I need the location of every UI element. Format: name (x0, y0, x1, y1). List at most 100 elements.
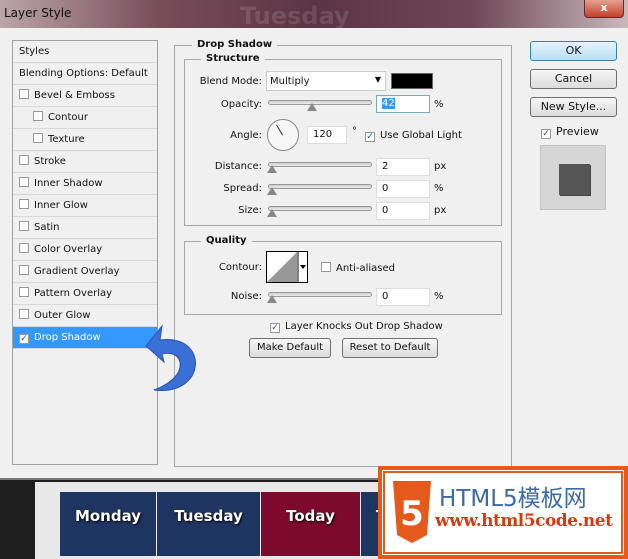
new-style-button[interactable]: New Style... (530, 97, 617, 117)
opacity-slider[interactable] (268, 100, 372, 111)
noise-input[interactable]: 0 (376, 288, 430, 306)
style-item-label: Stroke (34, 156, 66, 167)
opacity-input[interactable]: 42 (376, 95, 430, 113)
distance-slider[interactable] (267, 162, 372, 173)
slider-thumb[interactable] (267, 209, 277, 217)
background-text: Tuesday (240, 2, 350, 30)
size-label: Size: (238, 205, 262, 216)
style-item-label: Outer Glow (34, 310, 91, 321)
checkbox-icon[interactable] (19, 199, 29, 209)
checkbox-icon[interactable] (321, 262, 331, 272)
blend-mode-select[interactable]: Multiply ▼ (266, 71, 386, 91)
day-tab[interactable]: Monday (60, 492, 156, 556)
slider-thumb[interactable] (267, 187, 277, 195)
angle-unit: ° (352, 126, 357, 137)
checkbox-icon[interactable] (19, 265, 29, 275)
checkbox-icon[interactable] (19, 287, 29, 297)
day-tab[interactable]: Tuesday (157, 492, 260, 556)
style-item-blending-options-default[interactable]: Blending Options: Default (13, 63, 157, 85)
noise-label: Noise: (230, 291, 262, 302)
checkbox-icon[interactable] (19, 177, 29, 187)
style-item-label: Pattern Overlay (34, 288, 113, 299)
style-item-color-overlay[interactable]: Color Overlay (13, 239, 157, 261)
structure-title: Structure (201, 53, 265, 64)
checkbox-icon[interactable] (33, 133, 43, 143)
html5-shield-icon: 5 (393, 481, 431, 543)
checkbox-icon[interactable] (365, 132, 375, 142)
distance-unit: px (434, 161, 447, 172)
layer-knocks-out-checkbox[interactable]: Layer Knocks Out Drop Shadow (270, 321, 443, 333)
checkbox-icon[interactable] (19, 221, 29, 231)
distance-input[interactable]: 2 (376, 158, 430, 176)
opacity-label: Opacity: (220, 99, 262, 110)
style-item-styles[interactable]: Styles (13, 41, 157, 63)
opacity-unit: % (434, 99, 444, 110)
cancel-button[interactable]: Cancel (530, 69, 617, 89)
spread-label: Spread: (223, 183, 262, 194)
angle-input[interactable]: 120 (307, 126, 347, 144)
style-item-label: Styles (19, 46, 50, 57)
spread-unit: % (434, 183, 444, 194)
slider-thumb[interactable] (307, 103, 317, 111)
checkbox-icon[interactable] (19, 155, 29, 165)
checkbox-icon[interactable] (541, 129, 551, 139)
noise-unit: % (434, 291, 444, 302)
style-item-label: Texture (48, 134, 85, 145)
quality-title: Quality (201, 235, 252, 246)
size-input[interactable]: 0 (376, 202, 430, 220)
style-item-outer-glow[interactable]: Outer Glow (13, 305, 157, 327)
window-title: Layer Style (4, 6, 72, 20)
style-item-pattern-overlay[interactable]: Pattern Overlay (13, 283, 157, 305)
slider-thumb[interactable] (267, 165, 277, 173)
watermark-url: www.html5code.net (435, 511, 613, 531)
checkbox-icon[interactable] (270, 323, 280, 333)
checkbox-icon[interactable] (19, 309, 29, 319)
checkbox-icon[interactable] (33, 111, 43, 121)
style-item-inner-shadow[interactable]: Inner Shadow (13, 173, 157, 195)
preview-thumbnail (540, 145, 606, 210)
style-item-label: Blending Options: Default (19, 68, 148, 79)
contour-label: Contour: (218, 262, 262, 273)
shadow-color-swatch[interactable] (391, 73, 433, 89)
style-item-contour[interactable]: Contour (13, 107, 157, 129)
style-item-gradient-overlay[interactable]: Gradient Overlay (13, 261, 157, 283)
make-default-button[interactable]: Make Default (249, 338, 331, 358)
blend-mode-label: Blend Mode: (199, 76, 262, 87)
noise-slider[interactable] (267, 292, 372, 303)
drop-shadow-title: Drop Shadow (192, 39, 278, 50)
style-item-label: Color Overlay (34, 244, 103, 255)
checkbox-icon[interactable] (19, 89, 29, 99)
style-item-drop-shadow[interactable]: Drop Shadow (13, 327, 157, 349)
size-slider[interactable] (267, 206, 372, 217)
anti-aliased-checkbox[interactable]: Anti-aliased (321, 262, 395, 274)
quality-group (184, 241, 502, 315)
ok-button[interactable]: OK (530, 41, 617, 61)
preview-checkbox[interactable]: Preview (541, 125, 599, 139)
spread-input[interactable]: 0 (376, 180, 430, 198)
style-item-label: Satin (34, 222, 60, 233)
close-button[interactable]: x (584, 0, 624, 18)
style-item-label: Bevel & Emboss (34, 90, 115, 101)
use-global-light-checkbox[interactable]: Use Global Light (365, 130, 462, 142)
slider-thumb[interactable] (267, 295, 277, 303)
style-item-label: Contour (48, 112, 88, 123)
distance-label: Distance: (214, 161, 262, 172)
size-unit: px (434, 205, 447, 216)
style-item-stroke[interactable]: Stroke (13, 151, 157, 173)
checkbox-icon[interactable] (19, 243, 29, 253)
style-item-satin[interactable]: Satin (13, 217, 157, 239)
style-item-label: Inner Shadow (34, 178, 103, 189)
style-item-texture[interactable]: Texture (13, 129, 157, 151)
style-item-bevel-emboss[interactable]: Bevel & Emboss (13, 85, 157, 107)
styles-list: Styles Blending Options: Default Bevel & E… (12, 40, 158, 465)
watermark-title: HTML5模板网 (439, 486, 587, 512)
spread-slider[interactable] (267, 184, 372, 195)
watermark-logo: 5 HTML5模板网 www.html5code.net (378, 466, 628, 559)
day-tab[interactable]: Today (261, 492, 360, 556)
style-item-inner-glow[interactable]: Inner Glow (13, 195, 157, 217)
checkbox-icon[interactable] (19, 334, 29, 344)
angle-dial[interactable] (267, 119, 299, 151)
curved-arrow-icon (145, 324, 196, 391)
contour-picker[interactable] (266, 251, 308, 283)
reset-to-default-button[interactable]: Reset to Default (342, 338, 438, 358)
